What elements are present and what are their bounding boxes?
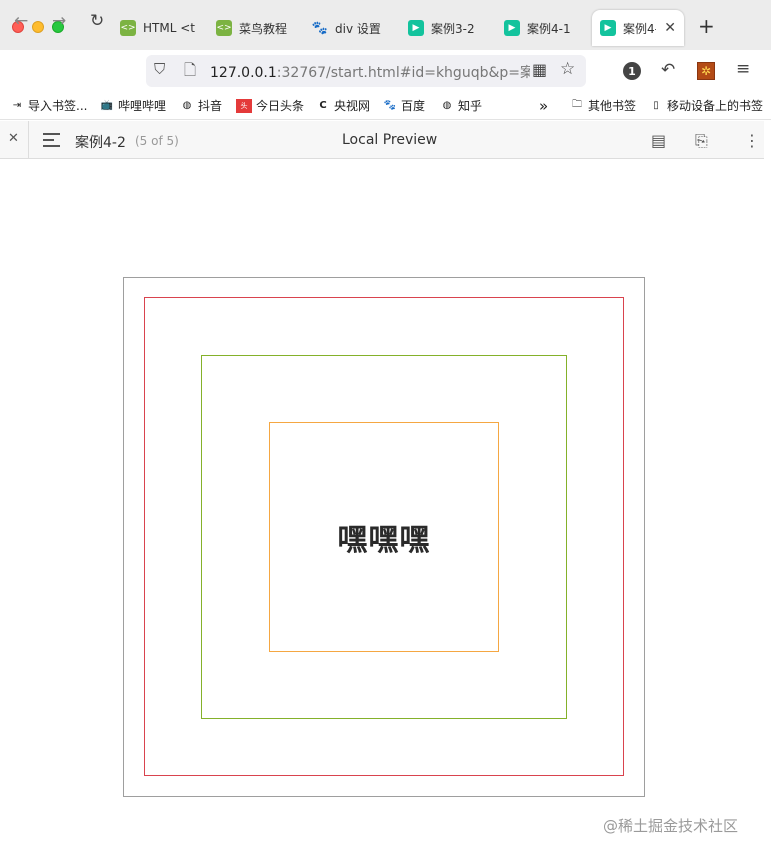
bookmark-label: 哔哩哔哩 xyxy=(118,99,167,113)
tab-case-4-2[interactable]: ▶ 案例4- ✕ xyxy=(592,10,684,46)
bookmark-mobile[interactable]: ▯ 移动设备上的书签 xyxy=(649,97,763,114)
new-tab-button[interactable]: + xyxy=(698,14,715,38)
runoob-favicon-icon: <> xyxy=(216,20,232,36)
play-favicon-icon: ▶ xyxy=(408,20,424,36)
tab-label: 案例4-1 xyxy=(527,21,571,36)
window-minimize-button[interactable] xyxy=(32,21,44,33)
bookmark-toutiao[interactable]: 头 今日头条 xyxy=(236,97,304,114)
undo-icon[interactable]: ↶ xyxy=(661,60,675,80)
tab-case-3-2[interactable]: ▶ 案例3-2 xyxy=(408,10,488,46)
mobile-icon: ▯ xyxy=(653,100,659,111)
bookmark-baidu[interactable]: 🐾 百度 xyxy=(383,97,425,114)
content-text: 嘿嘿嘿 xyxy=(337,523,431,558)
tab-case-4-1[interactable]: ▶ 案例4-1 xyxy=(504,10,584,46)
code-favicon-icon: <> xyxy=(120,20,136,36)
toutiao-icon: 头 xyxy=(236,98,252,113)
bookmark-label: 导入书签... xyxy=(28,99,88,113)
cctv-icon: C xyxy=(319,100,327,111)
tab-label: div 设置 xyxy=(335,21,381,36)
notification-badge[interactable]: 1 xyxy=(623,62,641,80)
watermark: @稀土掘金技术社区 xyxy=(603,817,739,835)
orange-border-box: 嘿嘿嘿 xyxy=(269,422,499,652)
divider xyxy=(28,121,29,159)
bookmark-label: 移动设备上的书签 xyxy=(667,99,764,113)
play-favicon-icon: ▶ xyxy=(504,20,520,36)
close-tab-icon[interactable]: ✕ xyxy=(664,20,676,36)
bookmark-zhihu[interactable]: ◍ 知乎 xyxy=(440,97,482,114)
bookmark-bilibili[interactable]: 📺 哔哩哔哩 xyxy=(100,97,166,114)
tab-label: HTML <t xyxy=(143,21,195,35)
bookmark-label: 百度 xyxy=(401,99,426,113)
tab-runoob[interactable]: <> 菜鸟教程 xyxy=(216,10,294,46)
tab-label: 案例3-2 xyxy=(431,21,475,36)
baidu-paw-icon: 🐾 xyxy=(312,20,329,36)
bookmarks-overflow-chevron-icon[interactable]: » xyxy=(539,97,548,115)
bookmark-label: 央视网 xyxy=(334,99,371,113)
close-preview-icon[interactable]: ✕ xyxy=(8,131,19,146)
outline-menu-icon[interactable] xyxy=(43,133,60,151)
globe-icon: ◍ xyxy=(182,100,192,111)
url-text[interactable]: 127.0.0.1:32767/start.html#id=khguqb&p=案… xyxy=(210,62,530,82)
bookmark-cctv[interactable]: C 央视网 xyxy=(316,97,370,114)
hamburger-menu-icon[interactable]: ≡ xyxy=(736,59,750,79)
bookmark-label: 抖音 xyxy=(198,99,223,113)
preview-page-count: (5 of 5) xyxy=(135,134,179,148)
tab-div[interactable]: 🐾 div 设置 xyxy=(312,10,390,46)
tab-label: 菜鸟教程 xyxy=(239,21,288,36)
url-path: :32767/start.html#id=khguqb&p=案例4 xyxy=(276,65,530,81)
document-icon[interactable]: ▤ xyxy=(651,131,666,150)
tab-label: 案例4- xyxy=(623,21,657,36)
import-icon: ⇥ xyxy=(12,100,22,111)
folder-icon: 🗀 xyxy=(572,99,582,110)
qr-code-icon[interactable]: ▦ xyxy=(532,60,547,79)
more-options-icon[interactable]: ⋮ xyxy=(744,131,760,150)
bookmark-import[interactable]: ⇥ 导入书签... xyxy=(10,97,88,114)
url-host: 127.0.0.1 xyxy=(210,65,277,81)
shield-icon[interactable]: ⛉ xyxy=(154,60,165,78)
tab-html[interactable]: <> HTML <t xyxy=(120,10,198,46)
bookmark-label: 今日头条 xyxy=(256,99,305,113)
preview-title: 案例4-2 xyxy=(75,135,126,151)
baidu-paw-icon: 🐾 xyxy=(383,100,397,111)
forward-arrow-icon[interactable]: → xyxy=(52,11,66,31)
export-icon[interactable]: ⎘ xyxy=(695,131,708,151)
bookmark-star-icon[interactable]: ☆ xyxy=(560,59,575,79)
bookmark-douyin[interactable]: ◍ 抖音 xyxy=(180,97,222,114)
bookmark-label: 其他书签 xyxy=(588,99,637,113)
globe-icon: ◍ xyxy=(442,100,452,111)
extension-icon[interactable]: ✲ xyxy=(697,62,715,80)
bookmark-label: 知乎 xyxy=(458,99,483,113)
bilibili-icon: 📺 xyxy=(100,100,114,111)
play-favicon-icon: ▶ xyxy=(600,20,616,36)
preview-mode-label: Local Preview xyxy=(342,132,438,148)
page-icon: 🗋 xyxy=(184,61,197,79)
bookmark-other[interactable]: 🗀 其他书签 xyxy=(570,97,636,114)
back-arrow-icon[interactable]: ← xyxy=(14,11,28,31)
reload-icon[interactable]: ↻ xyxy=(90,11,104,31)
